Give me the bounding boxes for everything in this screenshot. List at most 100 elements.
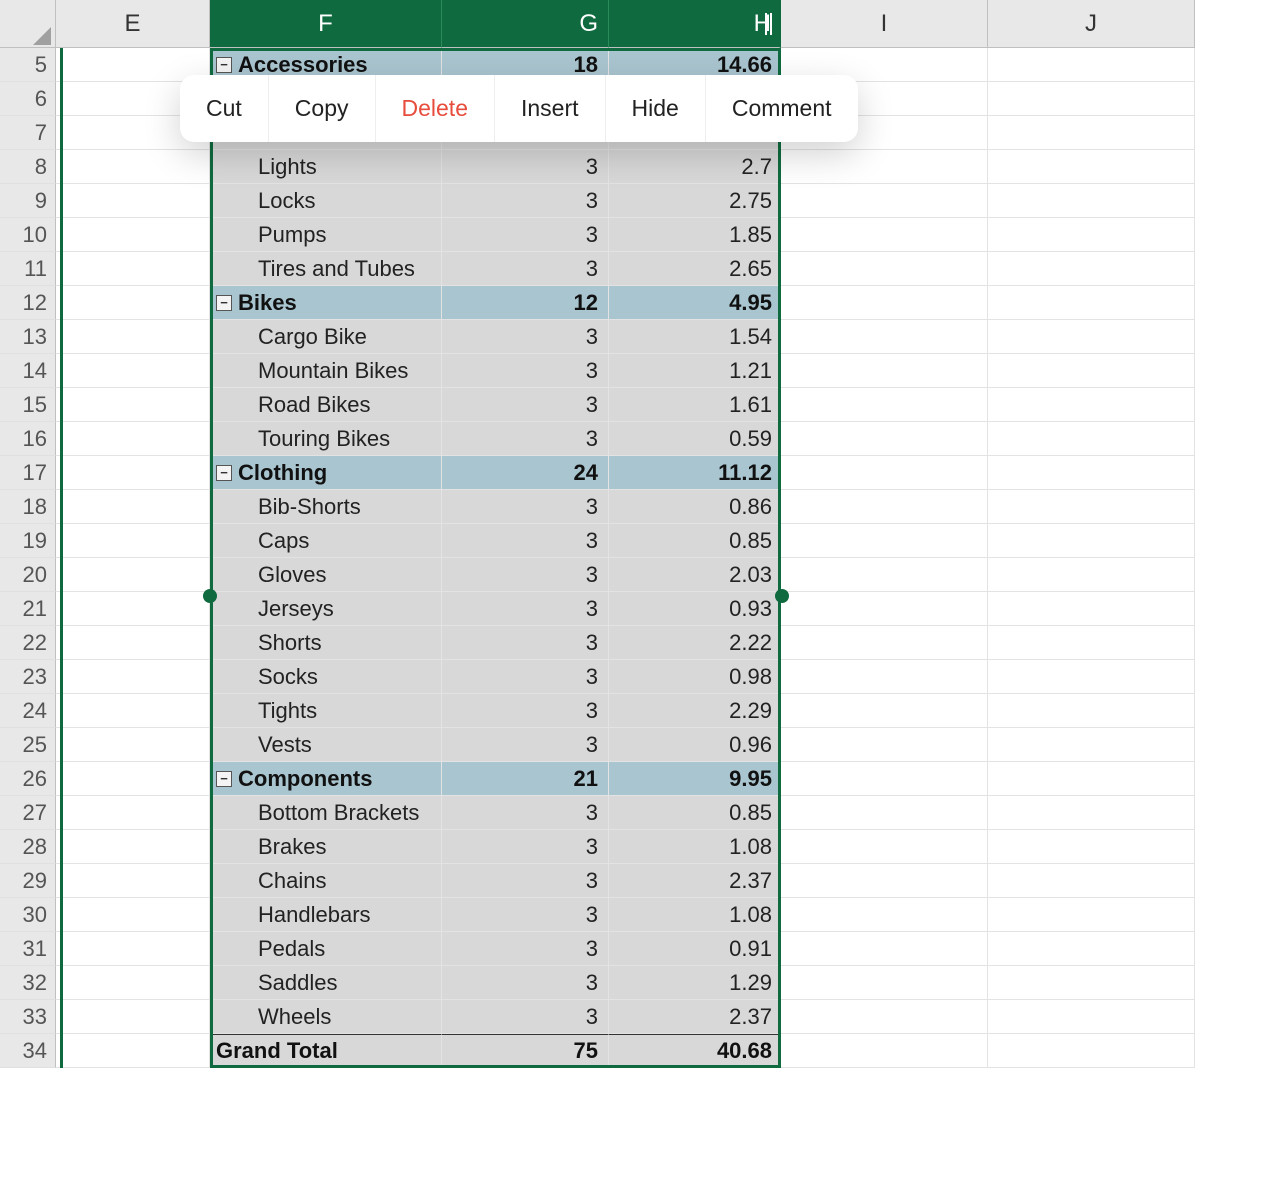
- cell-count[interactable]: 3: [442, 252, 609, 286]
- cell-label[interactable]: Road Bikes: [210, 388, 442, 422]
- row-header-17[interactable]: 17: [0, 456, 56, 490]
- cell-count[interactable]: 75: [442, 1034, 609, 1068]
- cell[interactable]: [988, 184, 1195, 218]
- cell[interactable]: [56, 626, 210, 660]
- cell[interactable]: [56, 320, 210, 354]
- cell[interactable]: [781, 218, 988, 252]
- cell[interactable]: [781, 490, 988, 524]
- row-header-21[interactable]: 21: [0, 592, 56, 626]
- cell[interactable]: [56, 252, 210, 286]
- cell[interactable]: [988, 524, 1195, 558]
- row-header-26[interactable]: 26: [0, 762, 56, 796]
- cell-label[interactable]: Caps: [210, 524, 442, 558]
- cell[interactable]: [988, 1034, 1195, 1068]
- select-all-corner[interactable]: [0, 0, 56, 48]
- cell[interactable]: [988, 558, 1195, 592]
- cell-value[interactable]: 0.98: [609, 660, 781, 694]
- cell-label[interactable]: Vests: [210, 728, 442, 762]
- cell-count[interactable]: 3: [442, 558, 609, 592]
- cell[interactable]: [988, 218, 1195, 252]
- cell[interactable]: [988, 762, 1195, 796]
- cell[interactable]: [781, 320, 988, 354]
- cell[interactable]: [781, 864, 988, 898]
- cell[interactable]: [56, 490, 210, 524]
- cell[interactable]: [56, 694, 210, 728]
- cell-value[interactable]: 2.7: [609, 150, 781, 184]
- cell[interactable]: [988, 320, 1195, 354]
- row-header-24[interactable]: 24: [0, 694, 56, 728]
- cell-value[interactable]: 2.37: [609, 1000, 781, 1034]
- cell-count[interactable]: 24: [442, 456, 609, 490]
- cell-label[interactable]: Tires and Tubes: [210, 252, 442, 286]
- delete-button[interactable]: Delete: [376, 75, 495, 142]
- cell[interactable]: [781, 456, 988, 490]
- row-header-11[interactable]: 11: [0, 252, 56, 286]
- cell-value[interactable]: 4.95: [609, 286, 781, 320]
- cell[interactable]: [56, 762, 210, 796]
- collapse-icon[interactable]: −: [216, 295, 232, 311]
- cell[interactable]: [781, 524, 988, 558]
- cell[interactable]: [781, 830, 988, 864]
- cell[interactable]: [781, 626, 988, 660]
- cell-label[interactable]: Cargo Bike: [210, 320, 442, 354]
- cell[interactable]: [781, 728, 988, 762]
- column-header-G[interactable]: G: [442, 0, 609, 48]
- comment-button[interactable]: Comment: [706, 75, 858, 142]
- cell[interactable]: [781, 422, 988, 456]
- cell[interactable]: [56, 830, 210, 864]
- cell[interactable]: [56, 150, 210, 184]
- row-header-9[interactable]: 9: [0, 184, 56, 218]
- cell[interactable]: [781, 184, 988, 218]
- row-header-14[interactable]: 14: [0, 354, 56, 388]
- row-header-15[interactable]: 15: [0, 388, 56, 422]
- cell[interactable]: [781, 966, 988, 1000]
- cell[interactable]: [988, 1000, 1195, 1034]
- cell[interactable]: [988, 592, 1195, 626]
- cell[interactable]: [988, 694, 1195, 728]
- cell-value[interactable]: 2.22: [609, 626, 781, 660]
- column-header-F[interactable]: F: [210, 0, 442, 48]
- cell-count[interactable]: 3: [442, 592, 609, 626]
- cell[interactable]: [56, 286, 210, 320]
- row-header-20[interactable]: 20: [0, 558, 56, 592]
- row-header-29[interactable]: 29: [0, 864, 56, 898]
- cell-value[interactable]: 9.95: [609, 762, 781, 796]
- row-header-30[interactable]: 30: [0, 898, 56, 932]
- column-header-J[interactable]: J: [988, 0, 1195, 48]
- cell[interactable]: [988, 116, 1195, 150]
- cell-label[interactable]: Mountain Bikes: [210, 354, 442, 388]
- cell[interactable]: [988, 252, 1195, 286]
- cell-value[interactable]: 1.08: [609, 830, 781, 864]
- cell-value[interactable]: 0.86: [609, 490, 781, 524]
- cell-label[interactable]: Saddles: [210, 966, 442, 1000]
- cell-value[interactable]: 1.08: [609, 898, 781, 932]
- cell-count[interactable]: 3: [442, 490, 609, 524]
- cell[interactable]: [781, 150, 988, 184]
- cell[interactable]: [56, 966, 210, 1000]
- column-header-I[interactable]: I: [781, 0, 988, 48]
- cell-label[interactable]: Bib-Shorts: [210, 490, 442, 524]
- row-header-6[interactable]: 6: [0, 82, 56, 116]
- row-header-8[interactable]: 8: [0, 150, 56, 184]
- cell[interactable]: [56, 796, 210, 830]
- cell[interactable]: [56, 388, 210, 422]
- cell[interactable]: [781, 932, 988, 966]
- cell[interactable]: [988, 796, 1195, 830]
- row-header-7[interactable]: 7: [0, 116, 56, 150]
- cell-count[interactable]: 3: [442, 524, 609, 558]
- row-header-33[interactable]: 33: [0, 1000, 56, 1034]
- cell-value[interactable]: 0.59: [609, 422, 781, 456]
- cell[interactable]: [781, 796, 988, 830]
- cell[interactable]: [56, 1000, 210, 1034]
- cell[interactable]: [56, 558, 210, 592]
- cell[interactable]: [988, 286, 1195, 320]
- cell-count[interactable]: 3: [442, 728, 609, 762]
- hide-button[interactable]: Hide: [606, 75, 706, 142]
- cell[interactable]: [56, 422, 210, 456]
- cell[interactable]: [781, 558, 988, 592]
- cell-count[interactable]: 3: [442, 1000, 609, 1034]
- cell[interactable]: [988, 898, 1195, 932]
- cell-count[interactable]: 3: [442, 184, 609, 218]
- cell-value[interactable]: 2.29: [609, 694, 781, 728]
- cell[interactable]: [781, 354, 988, 388]
